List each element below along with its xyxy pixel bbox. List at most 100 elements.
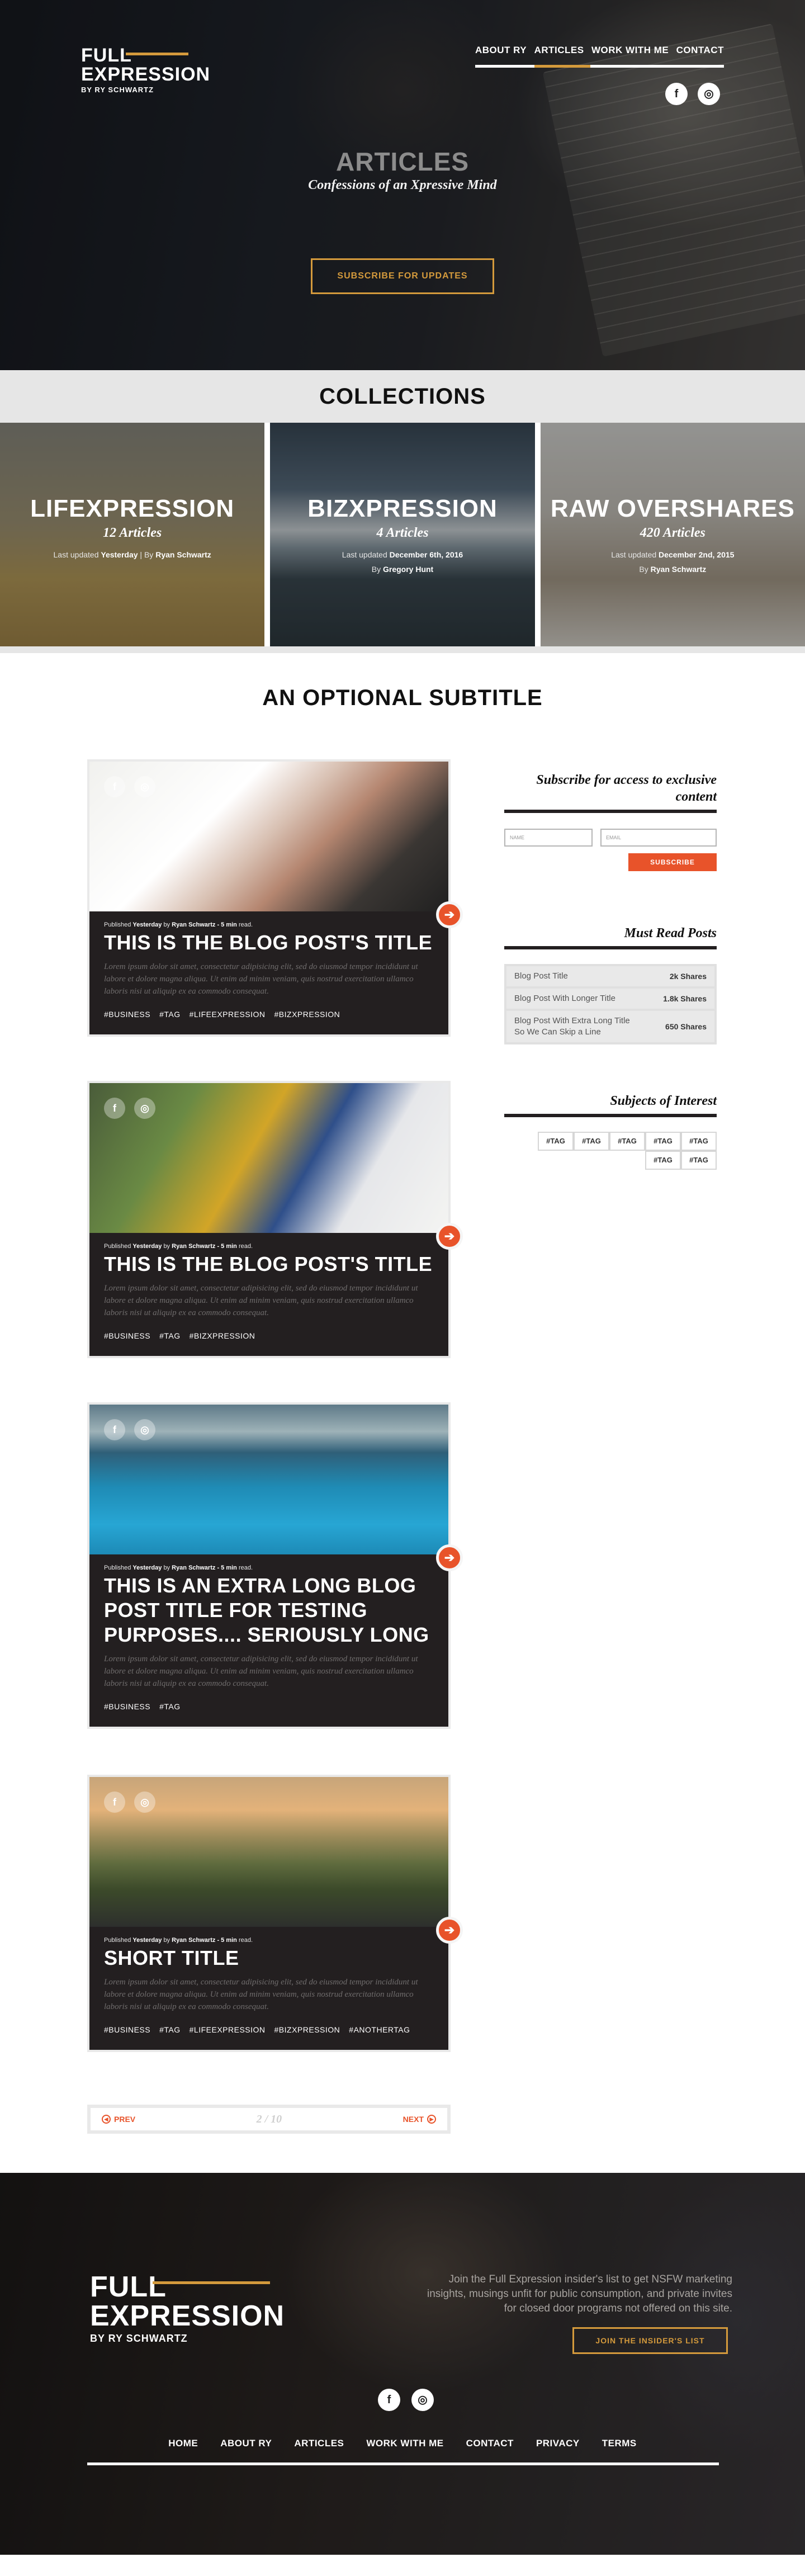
post-tag[interactable]: #BIZXPRESSION — [274, 1009, 340, 1020]
post-title[interactable]: THIS IS THE BLOG POST'S TITLE — [104, 930, 434, 955]
blog-post-card[interactable]: f ◎ ➔ Published Yesterday by Ryan Schwar… — [87, 1775, 463, 2052]
read-more-arrow-icon[interactable]: ➔ — [436, 1544, 463, 1571]
prev-page-button[interactable]: ◀ PREV — [102, 2114, 135, 2125]
logo-line1: FULL — [81, 45, 132, 66]
footer-nav-contact[interactable]: CONTACT — [466, 2437, 514, 2450]
tag-chip[interactable]: #TAG — [681, 1132, 717, 1151]
post-tag[interactable]: #LIFEEXPRESSION — [190, 1009, 266, 1020]
collections-section: COLLECTIONS LIFEXPRESSION 12 Articles La… — [0, 370, 805, 653]
collection-author: By Ryan Schwartz — [639, 565, 707, 574]
post-title[interactable]: SHORT TITLE — [104, 1946, 434, 1970]
collection-name: BIZXPRESSION — [307, 495, 498, 522]
name-field[interactable]: NAME — [504, 829, 593, 847]
post-tag[interactable]: #BIZXPRESSION — [190, 1330, 255, 1341]
post-tags: #BUSINESS #TAG #BIZXPRESSION — [104, 1330, 434, 1341]
blog-post-card[interactable]: f ◎ ➔ Published Yesterday by Ryan Schwar… — [87, 1402, 463, 1729]
footer-logo[interactable]: FULL EXPRESSION BY RY SCHWARTZ — [90, 2272, 285, 2345]
blog-post-card[interactable]: f ◎ ➔ Published Yesterday by Ryan Schwar… — [87, 759, 463, 1037]
post-title[interactable]: THIS IS THE BLOG POST'S TITLE — [104, 1252, 434, 1277]
collection-card-lifexpression[interactable]: LIFEXPRESSION 12 Articles Last updated Y… — [0, 423, 265, 646]
must-read-item[interactable]: Blog Post Title 2k Shares — [506, 966, 714, 986]
must-read-item[interactable]: Blog Post With Longer Title 1.8k Shares — [506, 989, 714, 1009]
tag-chip[interactable]: #TAG — [645, 1132, 681, 1151]
collections-divider — [0, 646, 805, 653]
post-meta: Published Yesterday by Ryan Schwartz - 5… — [104, 1243, 253, 1250]
instagram-icon[interactable]: ◎ — [411, 2389, 434, 2411]
post-tag[interactable]: #TAG — [159, 1701, 181, 1712]
tag-chip[interactable]: #TAG — [538, 1132, 574, 1151]
nav-articles[interactable]: ARTICLES — [534, 44, 584, 65]
footer-nav-articles[interactable]: ARTICLES — [294, 2437, 344, 2450]
post-tag[interactable]: #BUSINESS — [104, 1009, 150, 1020]
post-tag[interactable]: #BIZXPRESSION — [274, 2024, 340, 2035]
blog-post-card[interactable]: f ◎ ➔ Published Yesterday by Ryan Schwar… — [87, 1081, 463, 1358]
footer-social-links: f ◎ — [378, 2389, 434, 2411]
post-tag[interactable]: #TAG — [159, 1009, 181, 1020]
collection-card-bizxpression[interactable]: BIZXPRESSION 4 Articles Last updated Dec… — [270, 423, 535, 646]
facebook-icon[interactable]: f — [104, 1419, 125, 1440]
post-title[interactable]: THIS IS AN EXTRA LONG BLOG POST TITLE FO… — [104, 1573, 434, 1647]
read-more-arrow-icon[interactable]: ➔ — [436, 901, 463, 928]
tag-chip[interactable]: #TAG — [645, 1151, 681, 1170]
footer-nav-about[interactable]: ABOUT RY — [220, 2437, 272, 2450]
collection-card-raw-overshares[interactable]: RAW OVERSHARES 420 Articles Last updated… — [540, 423, 805, 646]
chevron-right-icon: ▶ — [427, 2115, 436, 2124]
hero-section: FULL EXPRESSION BY RY SCHWARTZ ABOUT RY … — [0, 0, 805, 370]
site-logo[interactable]: FULL EXPRESSION BY RY SCHWARTZ — [81, 46, 210, 95]
read-more-arrow-icon[interactable]: ➔ — [436, 1223, 463, 1250]
tag-chip[interactable]: #TAG — [574, 1132, 609, 1151]
must-read-shares: 650 Shares — [665, 1022, 707, 1031]
footer-nav-home[interactable]: HOME — [168, 2437, 198, 2450]
tag-chip[interactable]: #TAG — [681, 1151, 717, 1170]
nav-underline — [475, 65, 724, 68]
facebook-icon[interactable]: f — [665, 83, 688, 105]
logo-line1: FULL — [90, 2271, 167, 2303]
instagram-icon[interactable]: ◎ — [134, 1098, 155, 1119]
nav-contact[interactable]: CONTACT — [676, 44, 724, 65]
facebook-icon[interactable]: f — [104, 1098, 125, 1119]
post-tag[interactable]: #TAG — [159, 1330, 181, 1341]
post-tag[interactable]: #BUSINESS — [104, 1701, 150, 1712]
nav-about[interactable]: ABOUT RY — [475, 44, 527, 65]
subscribe-form: NAME EMAIL — [504, 829, 717, 847]
join-insider-list-button[interactable]: JOIN THE INSIDER'S LIST — [572, 2327, 728, 2354]
tag-chip[interactable]: #TAG — [609, 1132, 645, 1151]
email-field[interactable]: EMAIL — [600, 829, 717, 847]
footer-nav-work-with-me[interactable]: WORK WITH ME — [366, 2437, 443, 2450]
post-image: f ◎ — [89, 1083, 448, 1233]
read-more-arrow-icon[interactable]: ➔ — [436, 1917, 463, 1944]
subscribe-updates-button[interactable]: SUBSCRIBE FOR UPDATES — [311, 258, 494, 294]
post-image: f ◎ — [89, 1405, 448, 1554]
post-tag[interactable]: #BUSINESS — [104, 2024, 150, 2035]
facebook-icon[interactable]: f — [378, 2389, 400, 2411]
must-read-item[interactable]: Blog Post With Extra Long Title So We Ca… — [506, 1011, 714, 1042]
must-read-title: Blog Post Title — [514, 971, 568, 981]
divider — [504, 946, 717, 949]
subscribe-button[interactable]: SUBSCRIBE — [628, 853, 717, 871]
footer-nav-terms[interactable]: TERMS — [602, 2437, 637, 2450]
instagram-icon[interactable]: ◎ — [134, 1792, 155, 1813]
instagram-icon[interactable]: ◎ — [134, 776, 155, 797]
post-tag[interactable]: #TAG — [159, 2024, 181, 2035]
post-excerpt: Lorem ipsum dolor sit amet, consectetur … — [104, 1655, 418, 1688]
instagram-icon[interactable]: ◎ — [698, 83, 720, 105]
logo-byline: BY RY SCHWARTZ — [81, 86, 154, 94]
footer-nav-privacy[interactable]: PRIVACY — [536, 2437, 580, 2450]
instagram-icon[interactable]: ◎ — [134, 1419, 155, 1440]
tag-cloud: #TAG #TAG #TAG #TAG #TAG #TAG #TAG — [515, 1132, 717, 1170]
must-read-shares: 2k Shares — [669, 972, 707, 981]
collection-updated: Last updated December 2nd, 2015 — [611, 550, 735, 559]
post-tag[interactable]: #LIFEEXPRESSION — [190, 2024, 266, 2035]
post-tag[interactable]: #BUSINESS — [104, 1330, 150, 1341]
facebook-icon[interactable]: f — [104, 1792, 125, 1813]
collection-name: RAW OVERSHARES — [550, 495, 795, 522]
facebook-icon[interactable]: f — [104, 776, 125, 797]
insider-list-blurb: Join the Full Expression insider's list … — [427, 2274, 732, 2314]
footer-divider — [87, 2462, 719, 2465]
next-page-button[interactable]: NEXT ▶ — [403, 2114, 436, 2125]
post-tag[interactable]: #ANOTHERTAG — [349, 2024, 410, 2035]
must-read-list: Blog Post Title 2k Shares Blog Post With… — [504, 964, 717, 1044]
pagination: ◀ PREV 2 / 10 NEXT ▶ — [87, 2105, 451, 2134]
collections-heading: COLLECTIONS — [0, 370, 805, 423]
nav-work-with-me[interactable]: WORK WITH ME — [591, 44, 669, 65]
